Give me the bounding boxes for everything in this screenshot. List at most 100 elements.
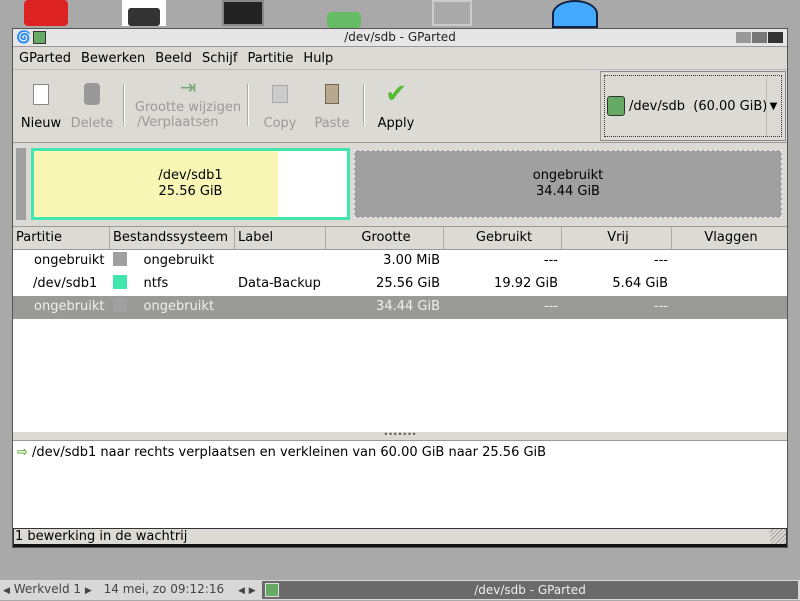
cell-flags (672, 296, 787, 319)
minimize-button[interactable] (736, 32, 751, 43)
paste-label: Paste (314, 116, 350, 131)
cell-label: Data-Backup (238, 276, 321, 291)
gparted-app-icon (33, 31, 46, 44)
cell-filesystem: ongebruikt (110, 250, 235, 273)
column-vrij[interactable]: Vrij (562, 227, 672, 249)
cell-used: 19.92 GiB (494, 276, 558, 291)
workspace-name[interactable]: Werkveld 1 (14, 582, 81, 596)
column-grootte[interactable]: Grootte (326, 227, 444, 249)
toolbar-separator (247, 84, 249, 126)
title-bar[interactable]: 🌀 /dev/sdb - GParted (13, 29, 787, 47)
move-arrow-icon: ⇨ (17, 445, 28, 460)
cell-label (235, 296, 326, 319)
cell-size: 34.44 GiB (376, 299, 440, 314)
checkmark-icon: ✔ (385, 79, 407, 109)
menu-gparted[interactable]: GParted (19, 51, 71, 66)
filesystem-color-swatch (113, 252, 127, 266)
new-button[interactable]: Nieuw (19, 78, 63, 131)
delete-label: Delete (70, 116, 114, 131)
cell-free: --- (653, 253, 668, 268)
table-row[interactable]: ongebruikt ongebruikt 34.44 GiB --- --- (13, 296, 787, 319)
filesystem-color-swatch (113, 275, 127, 289)
workspace-next-icon[interactable]: ▶ (85, 586, 92, 596)
copy-label: Copy (263, 116, 297, 131)
harddisk-icon (607, 96, 625, 116)
desktop-icon-blank[interactable] (432, 0, 472, 26)
workspace-prev-icon[interactable]: ◀ (3, 586, 10, 596)
menu-schijf[interactable]: Schijf (202, 51, 237, 66)
unallocated-block-size: 34.44 GiB (536, 184, 600, 199)
copy-icon (272, 85, 288, 103)
new-label: Nieuw (20, 116, 62, 131)
unallocated-small-block[interactable] (16, 148, 26, 220)
desktop-icon-logout[interactable] (24, 0, 68, 26)
table-row[interactable]: /dev/sdb1 ntfs Data-Backup 25.56 GiB 19.… (13, 273, 787, 296)
paste-button[interactable]: Paste (311, 78, 353, 131)
device-name: /dev/sdb (629, 98, 685, 114)
column-vlaggen[interactable]: Vlaggen (672, 227, 787, 249)
toolbar-separator (123, 84, 125, 126)
taskbar-gparted-window[interactable]: /dev/sdb - GParted (262, 581, 798, 599)
gparted-window: 🌀 /dev/sdb - GParted GParted Bewerken Be… (12, 28, 788, 548)
resize-grip-icon[interactable] (770, 529, 786, 544)
unallocated-block[interactable]: ongebruikt 34.44 GiB (354, 150, 782, 218)
column-label[interactable]: Label (235, 227, 326, 249)
cell-size: 3.00 MiB (383, 253, 440, 268)
cell-partition: ongebruikt (34, 299, 105, 314)
column-gebruikt[interactable]: Gebruikt (444, 227, 562, 249)
partition-block-size: 25.56 GiB (158, 184, 223, 199)
partition-block-sdb1[interactable]: /dev/sdb1 25.56 GiB (31, 148, 350, 220)
status-bar: 1 bewerking in de wachtrij (13, 528, 787, 547)
taskbar-app-title: /dev/sdb - GParted (474, 583, 586, 597)
delete-button[interactable]: Delete (69, 78, 115, 131)
menu-beeld[interactable]: Beeld (155, 51, 192, 66)
taskbar: ◀ Werkveld 1 ▶ 14 mei, zo 09:12:16 ◀ ▶ /… (0, 580, 800, 600)
unallocated-block-name: ongebruikt (532, 168, 604, 183)
partition-table: Partitie Bestandssysteem Label Grootte G… (13, 226, 787, 432)
debian-swirl-icon[interactable]: 🌀 (16, 31, 31, 44)
device-selector[interactable]: /dev/sdb (60.00 GiB) ▼ (600, 71, 786, 141)
table-header: Partitie Bestandssysteem Label Grootte G… (13, 227, 787, 250)
desktop-icon-globe[interactable] (552, 0, 598, 28)
paste-clipboard-icon (325, 84, 339, 104)
filesystem-name: ntfs (143, 276, 169, 291)
column-bestandssysteem[interactable]: Bestandssysteem (110, 227, 235, 249)
partition-block-name: /dev/sdb1 (158, 168, 223, 183)
desktop-icon-camera[interactable] (122, 0, 166, 26)
cell-used: --- (543, 299, 558, 314)
apply-button[interactable]: ✔ Apply (373, 78, 419, 131)
device-size: (60.00 GiB) (693, 98, 768, 114)
filesystem-color-swatch (113, 298, 127, 312)
cell-flags (672, 273, 787, 296)
dropdown-arrow-icon: ▼ (766, 76, 780, 136)
task-prev-icon[interactable]: ◀ (238, 586, 245, 596)
new-document-icon (33, 83, 49, 105)
resize-move-button[interactable]: ⇥ Grootte wijzigen /Verplaatsen (133, 74, 243, 130)
cell-filesystem: ongebruikt (110, 296, 235, 319)
menu-hulp[interactable]: Hulp (303, 51, 333, 66)
cell-size: 25.56 GiB (376, 276, 440, 291)
trash-icon (84, 83, 100, 105)
desktop-icon-terminal[interactable] (222, 0, 264, 26)
cell-free: --- (653, 299, 668, 314)
pending-operation-item[interactable]: ⇨ /dev/sdb1 naar rechts verplaatsen en v… (17, 445, 783, 460)
pane-splitter-handle[interactable]: ••••••• (13, 431, 787, 440)
cell-label (235, 250, 326, 273)
cell-filesystem: ntfs (110, 273, 235, 296)
filesystem-name: ongebruikt (143, 253, 215, 268)
desktop-icon-gparted[interactable] (327, 12, 361, 28)
resize-arrow-icon: ⇥ (179, 75, 197, 99)
clock: 14 mei, zo 09:12:16 (103, 582, 225, 596)
close-button[interactable] (768, 32, 783, 43)
menu-partitie[interactable]: Partitie (247, 51, 293, 66)
column-partitie[interactable]: Partitie (13, 227, 110, 249)
pending-operations-pane: ⇨ /dev/sdb1 naar rechts verplaatsen en v… (13, 440, 787, 528)
menu-bewerken[interactable]: Bewerken (81, 51, 145, 66)
maximize-button[interactable] (752, 32, 767, 43)
task-next-icon[interactable]: ▶ (249, 586, 256, 596)
table-row[interactable]: ongebruikt ongebruikt 3.00 MiB --- --- (13, 250, 787, 273)
copy-button[interactable]: Copy (259, 78, 301, 131)
status-text: 1 bewerking in de wachtrij (15, 529, 188, 544)
resize-label-line1: Grootte wijzigen (134, 100, 242, 115)
resize-label-line2: /Verplaatsen (137, 115, 219, 130)
